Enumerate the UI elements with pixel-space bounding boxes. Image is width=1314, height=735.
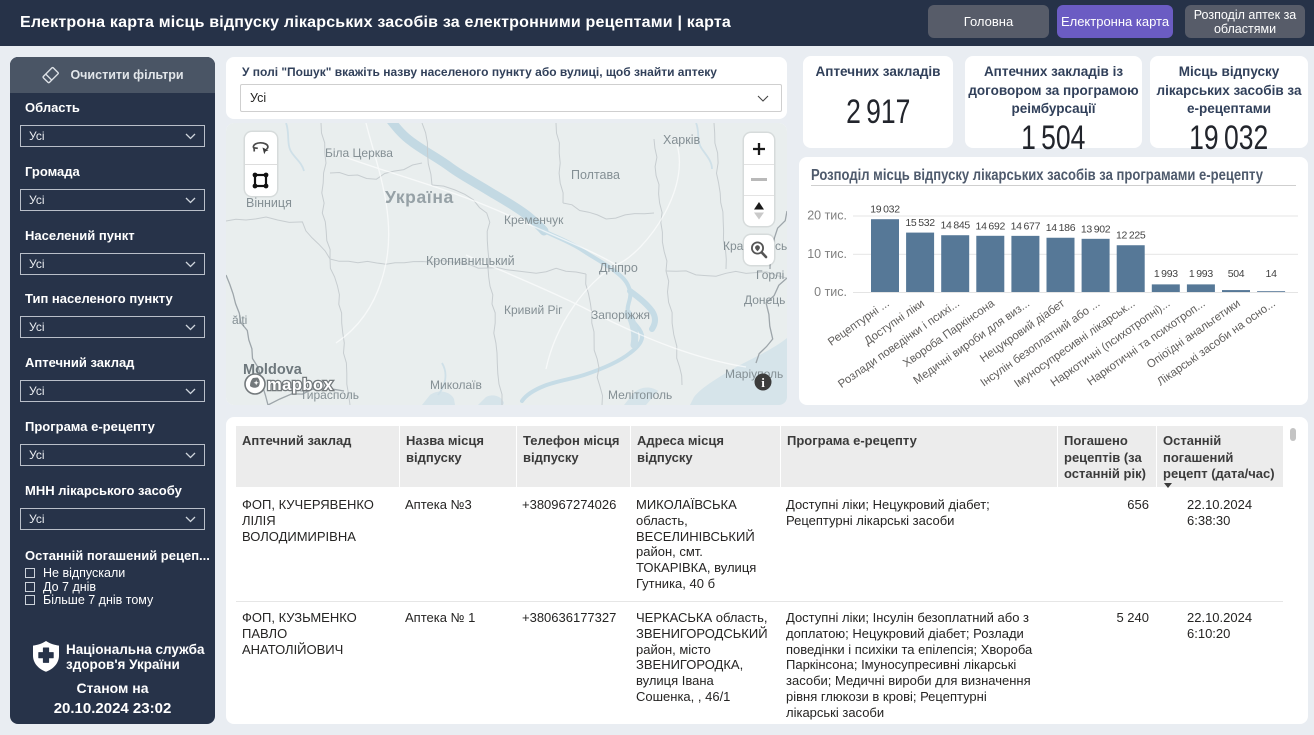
svg-text:Кременчук: Кременчук bbox=[504, 213, 564, 227]
svg-text:сь: сь bbox=[775, 239, 787, 253]
svg-text:Кропивницький: Кропивницький bbox=[426, 254, 515, 268]
svg-text:Полтава: Полтава bbox=[571, 168, 620, 182]
svg-text:504: 504 bbox=[1228, 268, 1245, 280]
svg-text:i: i bbox=[761, 375, 765, 390]
svg-text:Вінниця: Вінниця bbox=[246, 196, 292, 210]
svg-text:Маріуполь: Маріуполь bbox=[725, 367, 783, 381]
svg-text:14 677: 14 677 bbox=[1011, 220, 1041, 232]
svg-text:14 692: 14 692 bbox=[976, 220, 1006, 232]
svg-text:ălți: ălți bbox=[232, 313, 247, 327]
svg-text:15 532: 15 532 bbox=[905, 217, 935, 229]
svg-text:14 186: 14 186 bbox=[1046, 222, 1076, 234]
svg-text:19 032: 19 032 bbox=[870, 204, 900, 216]
svg-text:Горлі: Горлі bbox=[756, 268, 784, 282]
svg-text:13 902: 13 902 bbox=[1081, 223, 1111, 235]
svg-text:10 тис.: 10 тис. bbox=[807, 247, 847, 261]
svg-text:1 993: 1 993 bbox=[1154, 268, 1178, 280]
svg-text:Харків: Харків bbox=[663, 133, 700, 147]
svg-text:Запоріжжя: Запоріжжя bbox=[591, 308, 650, 322]
svg-text:20 тис.: 20 тис. bbox=[807, 209, 847, 223]
svg-text:0 тис.: 0 тис. bbox=[814, 285, 847, 299]
svg-text:mapbox: mapbox bbox=[267, 376, 334, 394]
svg-text:12 225: 12 225 bbox=[1116, 230, 1146, 242]
svg-text:Дніпро: Дніпро bbox=[599, 261, 638, 275]
svg-text:Біла Церква: Біла Церква bbox=[325, 146, 393, 160]
svg-text:Кра: Кра bbox=[723, 239, 744, 253]
svg-text:Мелітополь: Мелітополь bbox=[608, 388, 672, 402]
svg-text:1 993: 1 993 bbox=[1189, 268, 1213, 280]
svg-text:Миколаїв: Миколаїв bbox=[430, 378, 482, 392]
svg-text:14 845: 14 845 bbox=[940, 220, 970, 232]
svg-text:Україна: Україна bbox=[385, 187, 454, 207]
svg-text:14: 14 bbox=[1266, 268, 1278, 280]
svg-text:Донець: Донець bbox=[744, 293, 785, 307]
svg-text:Кривий Ріг: Кривий Ріг bbox=[504, 303, 563, 317]
svg-text:Розподіл місць відпуску лікарс: Розподіл місць відпуску лікарських засоб… bbox=[811, 167, 1263, 184]
